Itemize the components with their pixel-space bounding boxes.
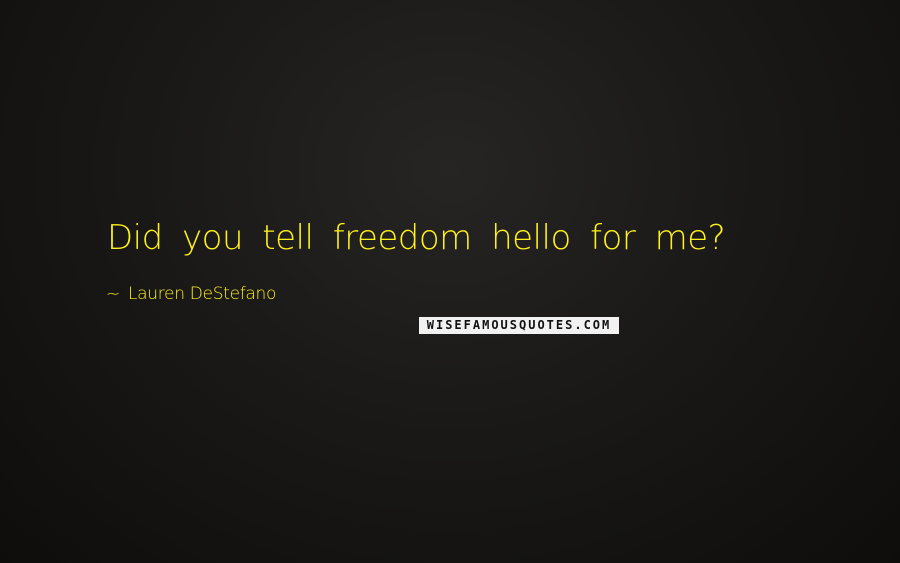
quote-text: Did you tell freedom hello for me? [107, 218, 726, 258]
author-name: Lauren DeStefano [127, 284, 277, 304]
quote-author: ~ Lauren DeStefano [106, 283, 276, 305]
watermark-logo: WISEFAMOUSQUOTES.COM [419, 317, 619, 334]
author-prefix: ~ [106, 284, 120, 304]
quote-page: { "quote": { "text": "Did you tell freed… [0, 0, 900, 563]
